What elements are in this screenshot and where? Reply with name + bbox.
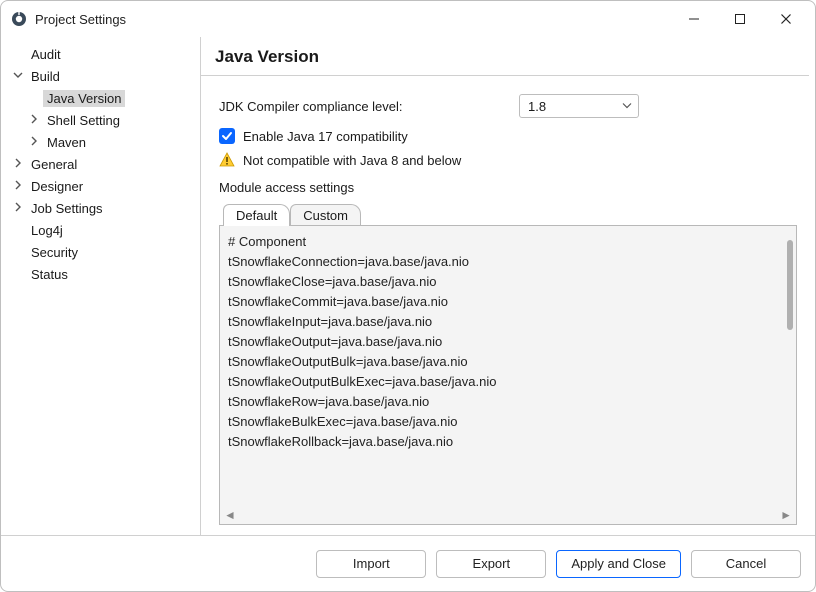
titlebar: Project Settings <box>1 1 815 37</box>
sidebar-item-designer[interactable]: Designer <box>5 175 196 197</box>
sidebar-item-label: Designer <box>27 178 87 195</box>
page-title: Java Version <box>201 37 809 76</box>
scroll-left-icon[interactable]: ◄ <box>224 508 236 522</box>
minimize-button[interactable] <box>671 4 717 34</box>
warning-text: Not compatible with Java 8 and below <box>243 153 461 168</box>
sidebar-item-label: General <box>27 156 81 173</box>
sidebar-item-label: Status <box>27 266 72 283</box>
sidebar-item-shell-setting[interactable]: Shell Setting <box>5 109 196 131</box>
compliance-select[interactable]: 1.8 <box>519 94 639 118</box>
sidebar-item-label: Java Version <box>43 90 125 107</box>
import-button[interactable]: Import <box>316 550 426 578</box>
app-icon <box>11 11 27 27</box>
sidebar-item-label: Build <box>27 68 64 85</box>
sidebar-item-label: Job Settings <box>27 200 107 217</box>
sidebar-item-build[interactable]: Build <box>5 65 196 87</box>
sidebar-item-label: Shell Setting <box>43 112 124 129</box>
module-section-label: Module access settings <box>219 180 797 195</box>
sidebar-item-label: Log4j <box>27 222 67 239</box>
horizontal-scrollbar[interactable]: ◄ ► <box>220 506 796 524</box>
warning-icon <box>219 152 235 168</box>
tab-custom[interactable]: Custom <box>290 204 361 226</box>
chevron-right-icon[interactable] <box>27 136 41 149</box>
enable-java17-label: Enable Java 17 compatibility <box>243 129 408 144</box>
tab-default[interactable]: Default <box>223 204 290 226</box>
sidebar-item-job-settings[interactable]: Job Settings <box>5 197 196 219</box>
footer: Import Export Apply and Close Cancel <box>1 535 815 591</box>
chevron-right-icon[interactable] <box>11 158 25 171</box>
chevron-right-icon[interactable] <box>27 114 41 127</box>
main-panel: Java Version JDK Compiler compliance lev… <box>201 37 815 535</box>
window: Project Settings Audit Build Java Version S… <box>0 0 816 592</box>
apply-and-close-button[interactable]: Apply and Close <box>556 550 681 578</box>
vertical-scrollbar[interactable] <box>787 240 793 330</box>
tabstrip: DefaultCustom <box>219 201 797 225</box>
chevron-right-icon[interactable] <box>11 180 25 193</box>
sidebar-item-label: Audit <box>27 46 65 63</box>
close-button[interactable] <box>763 4 809 34</box>
cancel-button[interactable]: Cancel <box>691 550 801 578</box>
enable-java17-checkbox[interactable] <box>219 128 235 144</box>
sidebar-item-label: Security <box>27 244 82 261</box>
module-textarea[interactable]: # Component tSnowflakeConnection=java.ba… <box>228 232 776 506</box>
sidebar-item-java-version[interactable]: Java Version <box>5 87 196 109</box>
chevron-down-icon <box>622 99 632 114</box>
sidebar: Audit Build Java Version Shell Setting Maven… <box>1 37 201 535</box>
export-button[interactable]: Export <box>436 550 546 578</box>
sidebar-item-log4j[interactable]: Log4j <box>5 219 196 241</box>
module-textarea-wrap: # Component tSnowflakeConnection=java.ba… <box>219 225 797 525</box>
sidebar-item-label: Maven <box>43 134 90 151</box>
maximize-button[interactable] <box>717 4 763 34</box>
sidebar-item-maven[interactable]: Maven <box>5 131 196 153</box>
sidebar-item-general[interactable]: General <box>5 153 196 175</box>
chevron-down-icon[interactable] <box>11 70 25 83</box>
compliance-value: 1.8 <box>528 99 546 114</box>
compliance-label: JDK Compiler compliance level: <box>219 99 519 114</box>
sidebar-item-security[interactable]: Security <box>5 241 196 263</box>
sidebar-item-status[interactable]: Status <box>5 263 196 285</box>
scroll-right-icon[interactable]: ► <box>780 508 792 522</box>
sidebar-item-audit[interactable]: Audit <box>5 43 196 65</box>
chevron-right-icon[interactable] <box>11 202 25 215</box>
window-title: Project Settings <box>35 12 126 27</box>
